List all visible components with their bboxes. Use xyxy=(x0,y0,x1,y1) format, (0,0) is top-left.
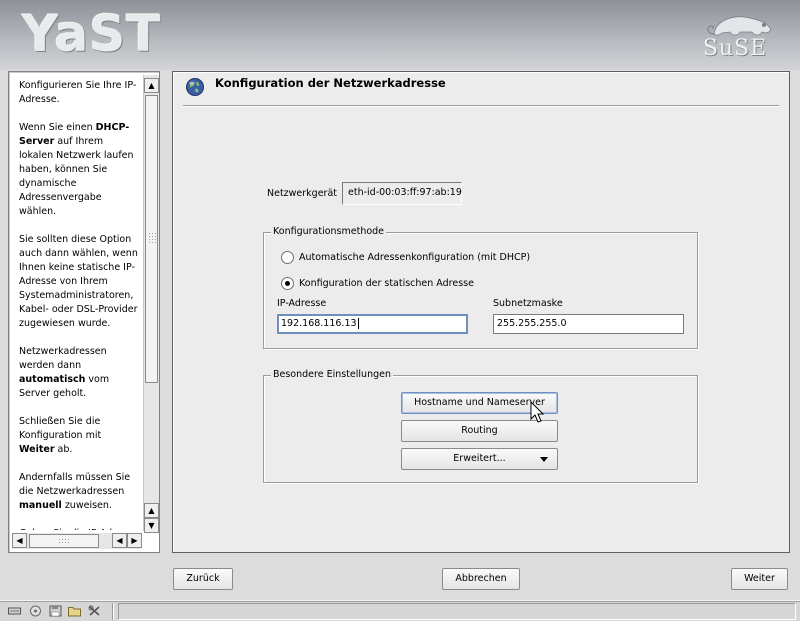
page-title: Konfiguration der Netzwerkadresse xyxy=(215,76,446,90)
taskbar-window-area[interactable] xyxy=(118,603,796,620)
netmask-value: 255.255.255.0 xyxy=(497,318,567,329)
help-paragraph: Konfigurieren Sie Ihre IP-Adresse. xyxy=(19,79,138,107)
help-text-run: Konfigurieren Sie Ihre IP-Adresse. xyxy=(19,80,137,105)
help-bold-term: manuell xyxy=(19,500,62,511)
help-text-run: Sie sollten diese Option auch dann wähle… xyxy=(19,234,138,329)
device-label: Netzwerkgerät xyxy=(267,188,338,199)
mouse-pointer-icon xyxy=(530,401,545,423)
next-button[interactable]: Weiter xyxy=(731,568,788,590)
scroll-up-button[interactable]: ▲ xyxy=(144,78,159,93)
help-horizontal-scrollbar[interactable]: ◀ ◀ ▶ xyxy=(12,533,142,549)
floppy-icon[interactable] xyxy=(49,605,62,617)
config-method-group: Konfigurationsmethode Automatische Adres… xyxy=(263,226,698,349)
title-divider xyxy=(183,105,779,107)
help-text: Konfigurieren Sie Ihre IP-Adresse. Wenn S… xyxy=(10,73,142,530)
dhcp-radio[interactable] xyxy=(281,251,294,264)
ip-address-label: IP-Adresse xyxy=(277,298,327,309)
help-vertical-scrollbar[interactable]: ▲ ▲ ▼ xyxy=(143,75,159,533)
header-banner: YaST SuSE xyxy=(0,0,800,70)
special-settings-group: Besondere Einstellungen Hostname und Nam… xyxy=(263,369,698,483)
taskbar-separator xyxy=(112,603,114,620)
text-caret xyxy=(357,318,359,329)
dropdown-arrow-icon xyxy=(540,457,548,462)
help-text-run: Schließen Sie die Konfiguration mit xyxy=(19,416,102,441)
ip-address-value: 192.168.116.13 xyxy=(281,318,357,329)
tools-icon[interactable] xyxy=(88,605,101,617)
help-text-run: auf Ihrem lokalen Netzwerk laufen haben,… xyxy=(19,136,134,217)
grip-icon xyxy=(149,233,156,243)
special-settings-title: Besondere Einstellungen xyxy=(271,369,393,380)
help-paragraph: Netzwerkadressen werden dann automatisch… xyxy=(19,345,138,401)
horizontal-scroll-thumb[interactable] xyxy=(29,534,99,548)
help-text-run: zuweisen. xyxy=(61,500,112,511)
scroll-left-button-right[interactable]: ◀ xyxy=(112,533,127,548)
scroll-left-button[interactable]: ◀ xyxy=(12,533,27,548)
static-radio-label[interactable]: Konfiguration der statischen Adresse xyxy=(299,278,474,289)
help-text-run: Geben Sie die IP-Adresse (z. B. 192.168.… xyxy=(19,528,137,530)
help-paragraph: Wenn Sie einen DHCP-Server auf Ihrem lok… xyxy=(19,121,138,219)
dhcp-radio-label[interactable]: Automatische Adressenkonfiguration (mit … xyxy=(299,252,530,263)
abort-button[interactable]: Abbrechen xyxy=(442,568,520,590)
help-text-run: Netzwerkadressen werden dann xyxy=(19,346,107,371)
help-paragraph: Andernfalls müssen Sie die Netzwerkadres… xyxy=(19,471,138,513)
help-paragraph: Geben Sie die IP-Adresse (z. B. 192.168.… xyxy=(19,527,138,530)
main-pane: Konfiguration der Netzwerkadresse Netzwe… xyxy=(172,71,790,553)
advanced-button-label: Erweitert... xyxy=(453,453,506,464)
advanced-dropdown-button[interactable]: Erweitert... xyxy=(401,448,558,470)
keyboard-icon[interactable] xyxy=(8,605,21,617)
netmask-input[interactable]: 255.255.255.0 xyxy=(493,314,684,334)
suse-logo: SuSE xyxy=(700,8,780,64)
help-text-run: ab. xyxy=(54,444,73,455)
scroll-right-button[interactable]: ▶ xyxy=(127,533,142,548)
config-method-title: Konfigurationsmethode xyxy=(271,226,387,237)
help-text-run: Andernfalls müssen Sie die Netzwerkadres… xyxy=(19,472,131,497)
help-bold-term: Weiter xyxy=(19,444,55,455)
netmask-label: Subnetzmaske xyxy=(493,298,563,309)
help-paragraph: Sie sollten diese Option auch dann wähle… xyxy=(19,233,138,331)
back-button[interactable]: Zurück xyxy=(173,568,233,590)
static-radio[interactable] xyxy=(281,277,294,290)
help-paragraph: Schließen Sie die Konfiguration mit Weit… xyxy=(19,415,138,457)
help-text-run: Wenn Sie einen xyxy=(19,122,96,133)
scroll-down-button[interactable]: ▼ xyxy=(144,518,159,533)
help-bold-term: automatisch xyxy=(19,374,86,385)
cdrom-icon[interactable] xyxy=(29,605,42,617)
ip-address-input[interactable]: 192.168.116.13 xyxy=(277,314,468,334)
grip-icon xyxy=(59,539,69,543)
static-label-text: Konfiguration der statischen Adresse xyxy=(299,278,474,289)
folder-icon[interactable] xyxy=(68,605,81,617)
device-value: eth-id-00:03:ff:97:ab:19 xyxy=(342,182,462,205)
scroll-up-button-lower[interactable]: ▲ xyxy=(144,503,159,518)
scroll-thumb[interactable] xyxy=(145,95,158,383)
dhcp-label-text: Automatische Adressenkonfiguration (mit … xyxy=(299,252,531,263)
suse-logo-text: SuSE xyxy=(702,36,768,61)
taskbar xyxy=(0,600,800,621)
network-globe-icon xyxy=(186,78,204,96)
help-pane: Konfigurieren Sie Ihre IP-Adresse. Wenn S… xyxy=(8,71,160,553)
yast-logo: YaST xyxy=(22,5,162,63)
